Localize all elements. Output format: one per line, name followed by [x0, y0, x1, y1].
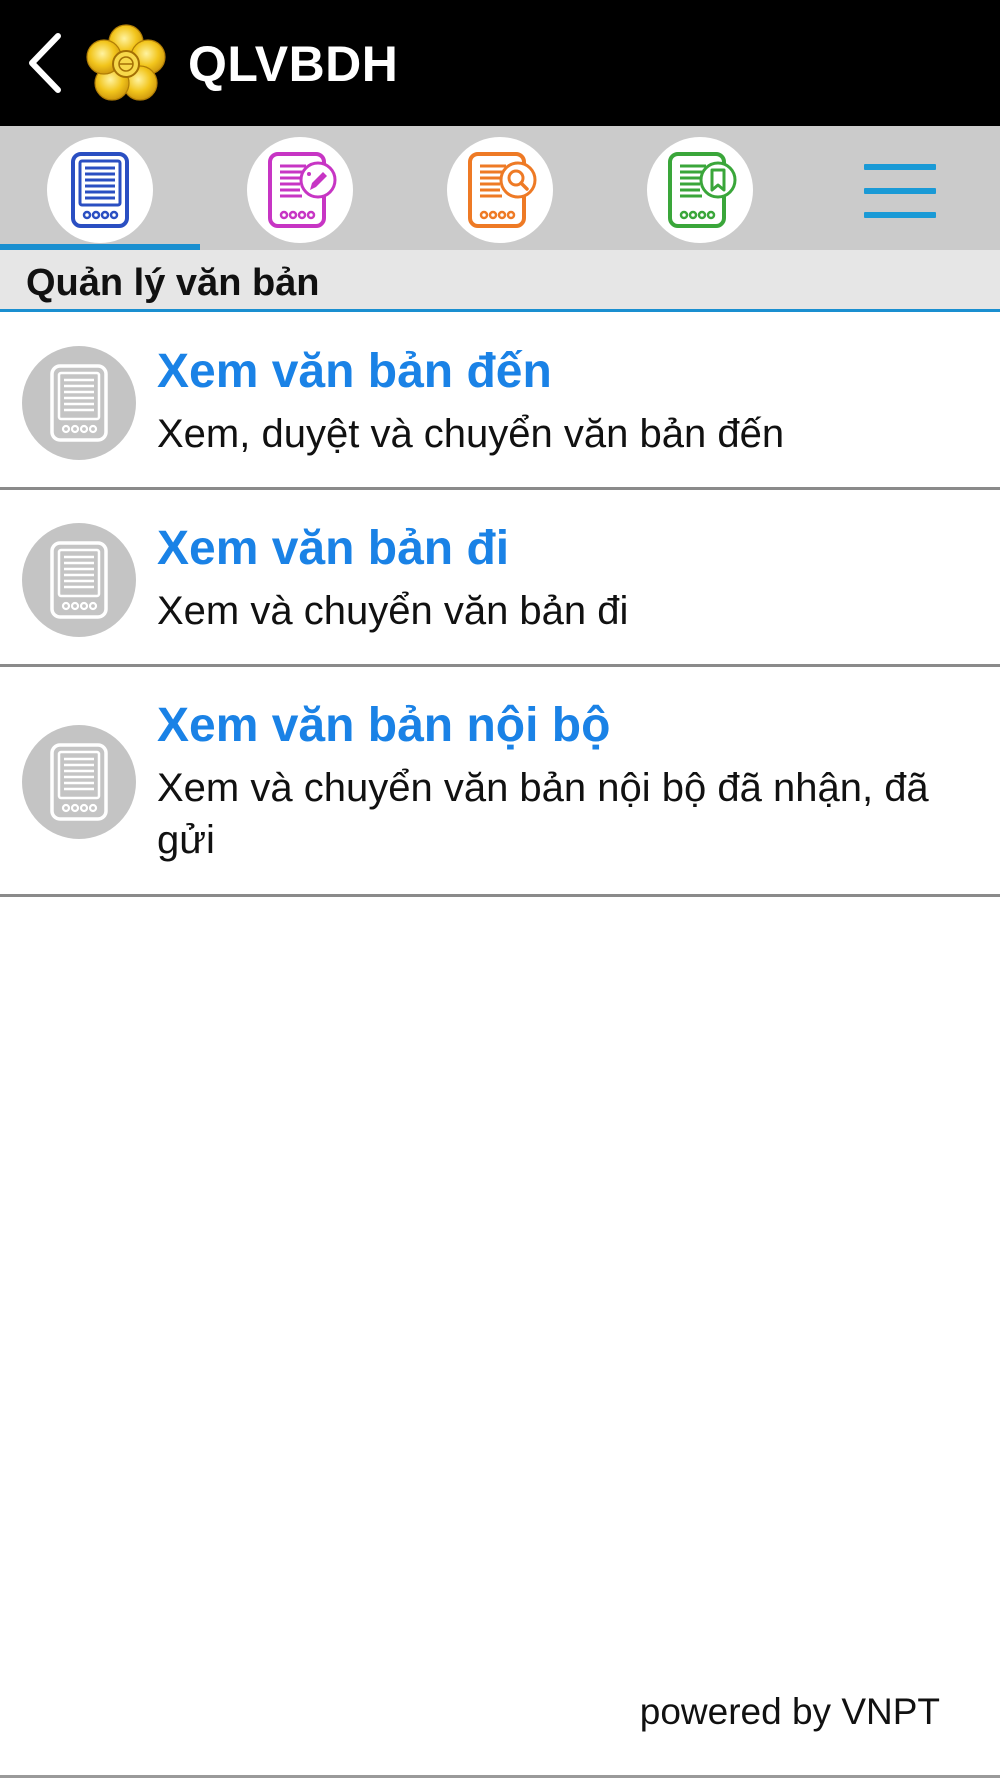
item-icon-circle: [22, 725, 136, 839]
document-icon: [50, 743, 108, 821]
back-button[interactable]: [22, 30, 72, 96]
item-title: Xem văn bản nội bộ: [157, 699, 611, 752]
document-icon: [50, 541, 108, 619]
tab-document-search[interactable]: [400, 126, 600, 250]
tab-icon-circle: [247, 137, 353, 243]
app-title: QLVBDH: [188, 36, 399, 92]
document-icon: [50, 364, 108, 442]
item-icon-circle: [22, 523, 136, 637]
tab-document-edit[interactable]: [200, 126, 400, 250]
list-item-outgoing[interactable]: Xem văn bản đi Xem và chuyển văn bản đi: [0, 490, 1000, 667]
app-logo: [84, 24, 168, 104]
item-description: Xem và chuyển văn bản nội bộ đã nhận, đã…: [157, 766, 929, 862]
tab-document-bookmark[interactable]: [600, 126, 800, 250]
item-title: Xem văn bản đi: [157, 522, 510, 575]
document-edit-icon: [268, 152, 337, 228]
list-item-incoming[interactable]: Xem văn bản đến Xem, duyệt và chuyển văn…: [0, 313, 1000, 490]
hamburger-menu-button[interactable]: [860, 164, 940, 218]
tab-icon-circle: [447, 137, 553, 243]
item-icon-circle: [22, 346, 136, 460]
tab-documents[interactable]: [0, 126, 200, 250]
document-bookmark-icon: [668, 152, 737, 228]
item-description: Xem, duyệt và chuyển văn bản đến: [157, 412, 785, 456]
chevron-left-icon: [29, 33, 61, 93]
powered-by-footer: powered by VNPT: [639, 1691, 940, 1732]
list-item-internal[interactable]: Xem văn bản nội bộ Xem và chuyển văn bản…: [0, 667, 1000, 897]
tab-icon-circle: [647, 137, 753, 243]
tab-bar: [0, 126, 1000, 250]
section-title: Quản lý văn bản: [26, 262, 320, 304]
app-header: QLVBDH: [0, 0, 1000, 126]
golden-flower-logo: [86, 24, 166, 101]
item-description: Xem và chuyển văn bản đi: [157, 589, 629, 633]
item-title: Xem văn bản đến: [157, 345, 552, 398]
document-search-icon: [468, 152, 537, 228]
tab-icon-circle: [47, 137, 153, 243]
document-icon: [71, 152, 129, 228]
section-header: Quản lý văn bản: [0, 250, 1000, 312]
